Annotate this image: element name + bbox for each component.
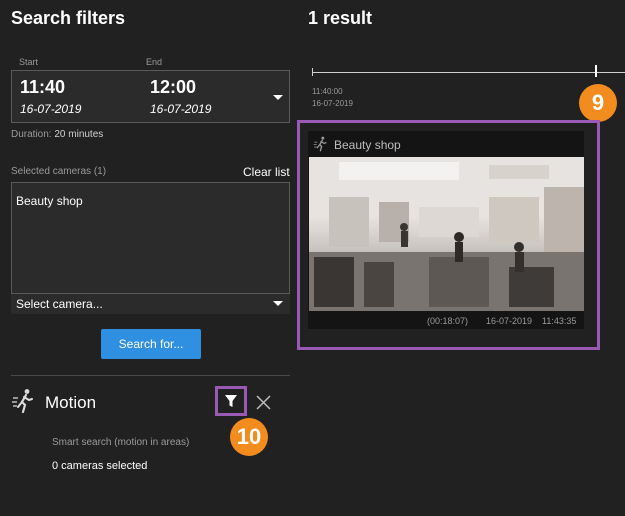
filter-button[interactable] bbox=[215, 386, 247, 416]
select-camera-dropdown[interactable]: Select camera... bbox=[11, 293, 290, 314]
timeline-result-marker[interactable] bbox=[595, 65, 597, 77]
timeline-start-tick bbox=[312, 68, 313, 76]
motion-subtitle: Smart search (motion in areas) bbox=[52, 437, 190, 448]
start-date: 16-07-2019 bbox=[20, 102, 82, 116]
clear-list-link[interactable]: Clear list bbox=[243, 165, 290, 179]
list-item[interactable]: Beauty shop bbox=[16, 194, 83, 208]
start-label: Start bbox=[19, 57, 39, 67]
duration-value: 20 minutes bbox=[54, 129, 104, 140]
motion-cameras-count: 0 cameras selected bbox=[52, 460, 148, 472]
callout-badge-10: 10 bbox=[230, 418, 268, 456]
timeline-axis[interactable] bbox=[312, 72, 625, 73]
divider bbox=[11, 375, 290, 376]
result-camera-name: Beauty shop bbox=[334, 138, 401, 152]
select-camera-label: Select camera... bbox=[16, 297, 103, 311]
results-title: 1 result bbox=[308, 8, 373, 28]
close-icon[interactable] bbox=[256, 395, 271, 410]
duration-label: Duration: bbox=[11, 129, 52, 140]
end-date: 16-07-2019 bbox=[150, 102, 212, 116]
timeline-time: 11:40:00 bbox=[312, 87, 343, 96]
search-button[interactable]: Search for... bbox=[101, 329, 201, 359]
result-time: 11:43:35 bbox=[542, 316, 577, 326]
motion-title: Motion bbox=[45, 393, 97, 412]
duration-row: Duration: 20 minutes bbox=[11, 129, 103, 140]
result-thumbnail[interactable] bbox=[309, 157, 584, 311]
end-label: End bbox=[146, 57, 163, 67]
result-offset: (00:18:07) bbox=[427, 316, 469, 326]
store-scene-image bbox=[309, 157, 584, 311]
time-range-picker[interactable]: Start End 11:40 16-07-2019 12:00 16-07-2… bbox=[11, 57, 290, 123]
result-date: 16-07-2019 bbox=[486, 316, 533, 326]
chevron-down-icon[interactable] bbox=[273, 95, 283, 100]
timeline-date: 16-07-2019 bbox=[312, 99, 353, 108]
motion-walker-icon bbox=[313, 136, 327, 152]
start-time: 11:40 bbox=[20, 77, 66, 97]
motion-walker-icon bbox=[12, 389, 33, 414]
chevron-down-icon bbox=[273, 301, 283, 306]
filter-icon bbox=[225, 395, 237, 407]
selected-cameras-label: Selected cameras (1) bbox=[11, 166, 107, 177]
callout-badge-9: 9 bbox=[579, 84, 617, 122]
end-time: 12:00 bbox=[150, 77, 197, 97]
search-filters-title: Search filters bbox=[11, 8, 126, 28]
